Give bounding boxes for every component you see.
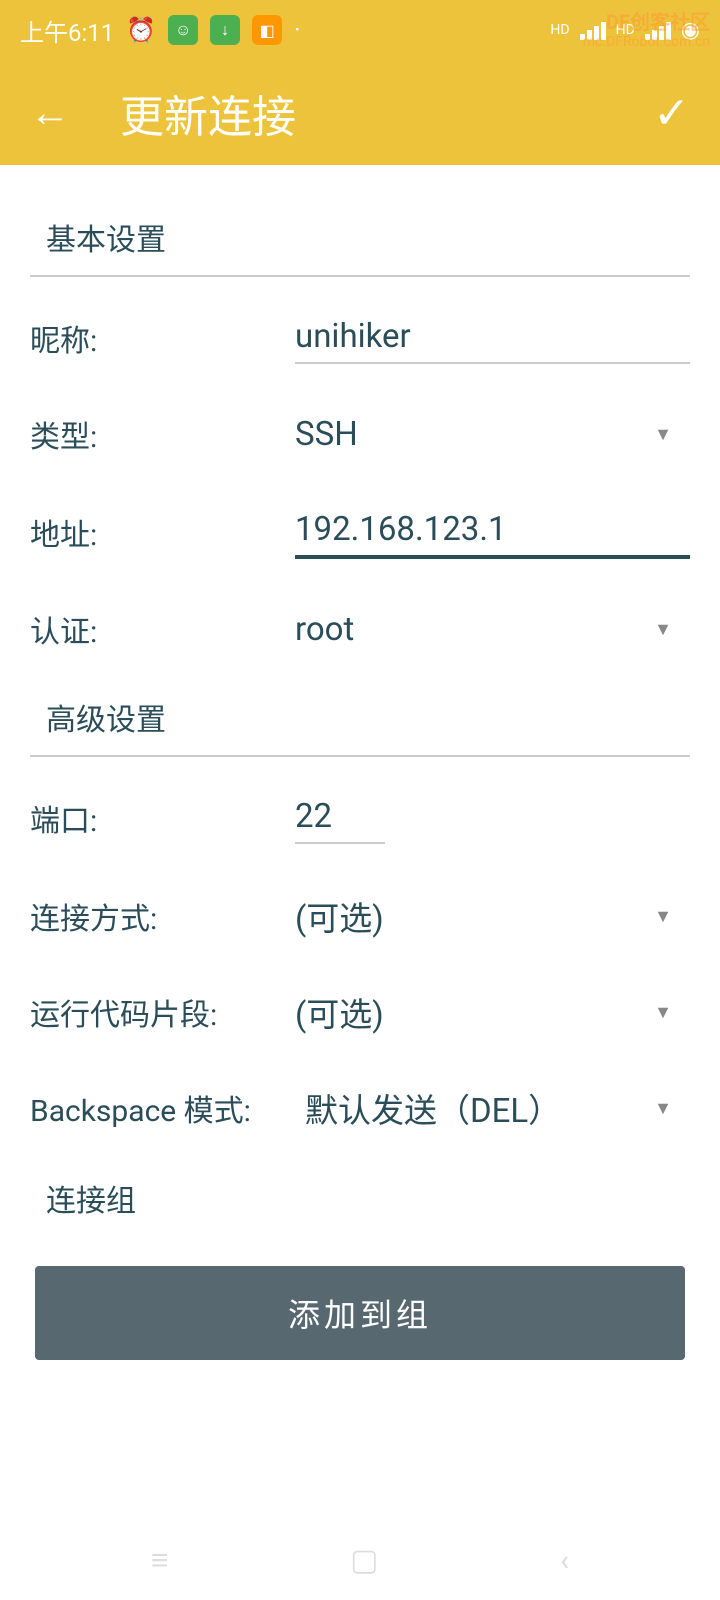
backspace-label: Backspace 模式: <box>30 1086 305 1130</box>
app-icon-2: ↓ <box>210 15 240 45</box>
hd-label-1: HD <box>550 22 569 38</box>
app-icon-1: ☺ <box>168 15 198 45</box>
status-time: 上午6:11 <box>20 13 114 48</box>
chevron-down-icon: ▼ <box>654 619 672 640</box>
row-snippet[interactable]: 运行代码片段: (可选) ▼ <box>30 964 690 1060</box>
row-address: 地址: <box>30 480 690 583</box>
page-title: 更新连接 <box>120 81 296 145</box>
chevron-down-icon: ▼ <box>654 424 672 445</box>
back-icon[interactable]: ← <box>30 89 70 136</box>
nav-menu-icon[interactable]: ≡ <box>151 1543 169 1578</box>
watermark-title: DF创客社区 <box>583 10 710 34</box>
connection-mode-value: (可选) <box>295 892 384 940</box>
snippet-value: (可选) <box>295 988 384 1036</box>
section-group: 连接组 <box>30 1156 690 1236</box>
type-value: SSH <box>295 415 358 454</box>
watermark: DF创客社区 mc.DFRobot.com.cn <box>583 10 710 51</box>
content-area: 基本设置 昵称: 类型: SSH ▼ 地址: 认证: root ▼ 高级设置 端… <box>0 165 720 1236</box>
row-backspace[interactable]: Backspace 模式: 默认发送（DEL） ▼ <box>30 1060 690 1156</box>
row-nickname: 昵称: <box>30 287 690 388</box>
status-dot: · <box>294 16 300 44</box>
section-advanced: 高级设置 <box>30 675 690 757</box>
address-input[interactable] <box>295 504 690 559</box>
snippet-label: 运行代码片段: <box>30 990 295 1034</box>
nav-home-icon[interactable]: ▢ <box>350 1543 378 1578</box>
type-label: 类型: <box>30 412 295 456</box>
app-icon-3: ◧ <box>252 15 282 45</box>
status-bar-left: 上午6:11 ⏰ ☺ ↓ ◧ · <box>20 13 300 48</box>
alarm-icon: ⏰ <box>126 16 156 44</box>
watermark-url: mc.DFRobot.com.cn <box>583 34 710 51</box>
auth-label: 认证: <box>30 607 295 651</box>
nav-back-icon[interactable]: ‹ <box>560 1543 569 1578</box>
chevron-down-icon: ▼ <box>654 906 672 927</box>
connection-mode-label: 连接方式: <box>30 894 295 938</box>
nickname-input[interactable] <box>295 311 690 364</box>
chevron-down-icon: ▼ <box>654 1098 672 1119</box>
confirm-icon[interactable]: ✓ <box>653 87 690 139</box>
row-connection-mode[interactable]: 连接方式: (可选) ▼ <box>30 868 690 964</box>
port-label: 端口: <box>30 796 295 840</box>
address-label: 地址: <box>30 510 295 554</box>
chevron-down-icon: ▼ <box>654 1002 672 1023</box>
row-port: 端口: <box>30 767 690 868</box>
section-basic: 基本设置 <box>30 195 690 277</box>
auth-value: root <box>295 610 354 649</box>
port-input[interactable] <box>295 791 385 844</box>
nickname-label: 昵称: <box>30 316 295 360</box>
app-bar: ← 更新连接 ✓ <box>0 60 720 165</box>
navigation-bar: ≡ ▢ ‹ <box>0 1520 720 1600</box>
backspace-value: 默认发送（DEL） <box>305 1084 561 1132</box>
add-to-group-button[interactable]: 添加到组 <box>35 1266 685 1360</box>
row-type[interactable]: 类型: SSH ▼ <box>30 388 690 480</box>
row-auth[interactable]: 认证: root ▼ <box>30 583 690 675</box>
